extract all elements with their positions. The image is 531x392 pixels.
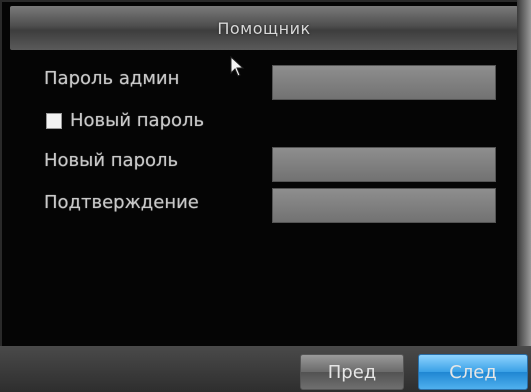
admin-password-label: Пароль админ — [44, 68, 180, 89]
new-password-checkbox-row[interactable]: Новый пароль — [46, 110, 204, 131]
prev-button[interactable]: Пред — [300, 354, 404, 390]
new-password-label: Новый пароль — [44, 150, 179, 171]
mouse-pointer-icon — [230, 55, 246, 82]
next-button[interactable]: След — [418, 354, 528, 390]
dialog-title: Помощник — [217, 18, 311, 38]
window-edge — [517, 0, 531, 392]
confirm-password-label: Подтверждение — [44, 192, 199, 213]
admin-password-field[interactable] — [272, 65, 496, 100]
wizard-dialog: Помощник Пароль админ Новый пароль Новый… — [0, 0, 531, 392]
dialog-titlebar: Помощник — [10, 6, 518, 50]
new-password-field[interactable] — [272, 147, 496, 182]
new-password-checkbox[interactable] — [46, 112, 62, 129]
confirm-password-field[interactable] — [272, 188, 496, 223]
new-password-checkbox-label: Новый пароль — [70, 110, 205, 131]
